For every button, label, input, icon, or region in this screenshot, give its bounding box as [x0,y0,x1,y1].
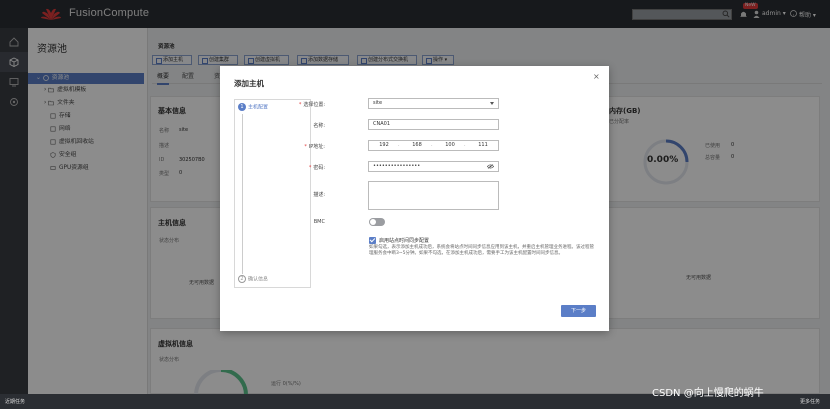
ntp-sync-checkbox[interactable] [369,237,376,244]
more-tasks-link[interactable]: 更多任务 [800,398,820,405]
step-connector [242,114,243,274]
ntp-sync-description: 如果勾选，表示添加主机成功后，系统会将站点时间同步信息应用到该主机，并重启主机管… [369,245,594,256]
password-input[interactable]: •••••••••••••••• [368,161,499,172]
description-label: 描述: [313,192,325,198]
recent-tasks-link[interactable]: 近期任务 [5,398,25,405]
location-label: * 选择位置: [298,102,325,108]
name-label: 名称: [313,123,325,129]
host-name-input[interactable]: CNA01 [368,119,499,130]
eye-hidden-icon[interactable] [487,164,494,169]
dialog-title: 添加主机 [234,79,264,88]
add-host-dialog: 添加主机 × 1 主机配置 2 确认信息 * 选择位置: site 名称: CNA01… [220,66,609,331]
location-select[interactable]: site [368,98,499,109]
close-icon[interactable]: × [593,72,600,81]
password-label: * 密码: [308,165,325,171]
ntp-sync-label: 启用站点时间同步配置 [379,238,430,244]
bmc-toggle[interactable] [369,218,385,226]
step-confirm[interactable]: 2 确认信息 [238,275,268,283]
step-host-config[interactable]: 1 主机配置 [238,103,268,111]
ip-label: * IP地址: [304,144,325,150]
description-textarea[interactable] [368,181,499,210]
ip-address-input[interactable]: 192 . 168 . 100 . 111 [368,140,499,151]
bmc-label: BMC [313,219,325,225]
watermark: CSDN @向上慢爬的蜗牛 [652,388,764,399]
next-button[interactable]: 下一步 [561,305,596,317]
